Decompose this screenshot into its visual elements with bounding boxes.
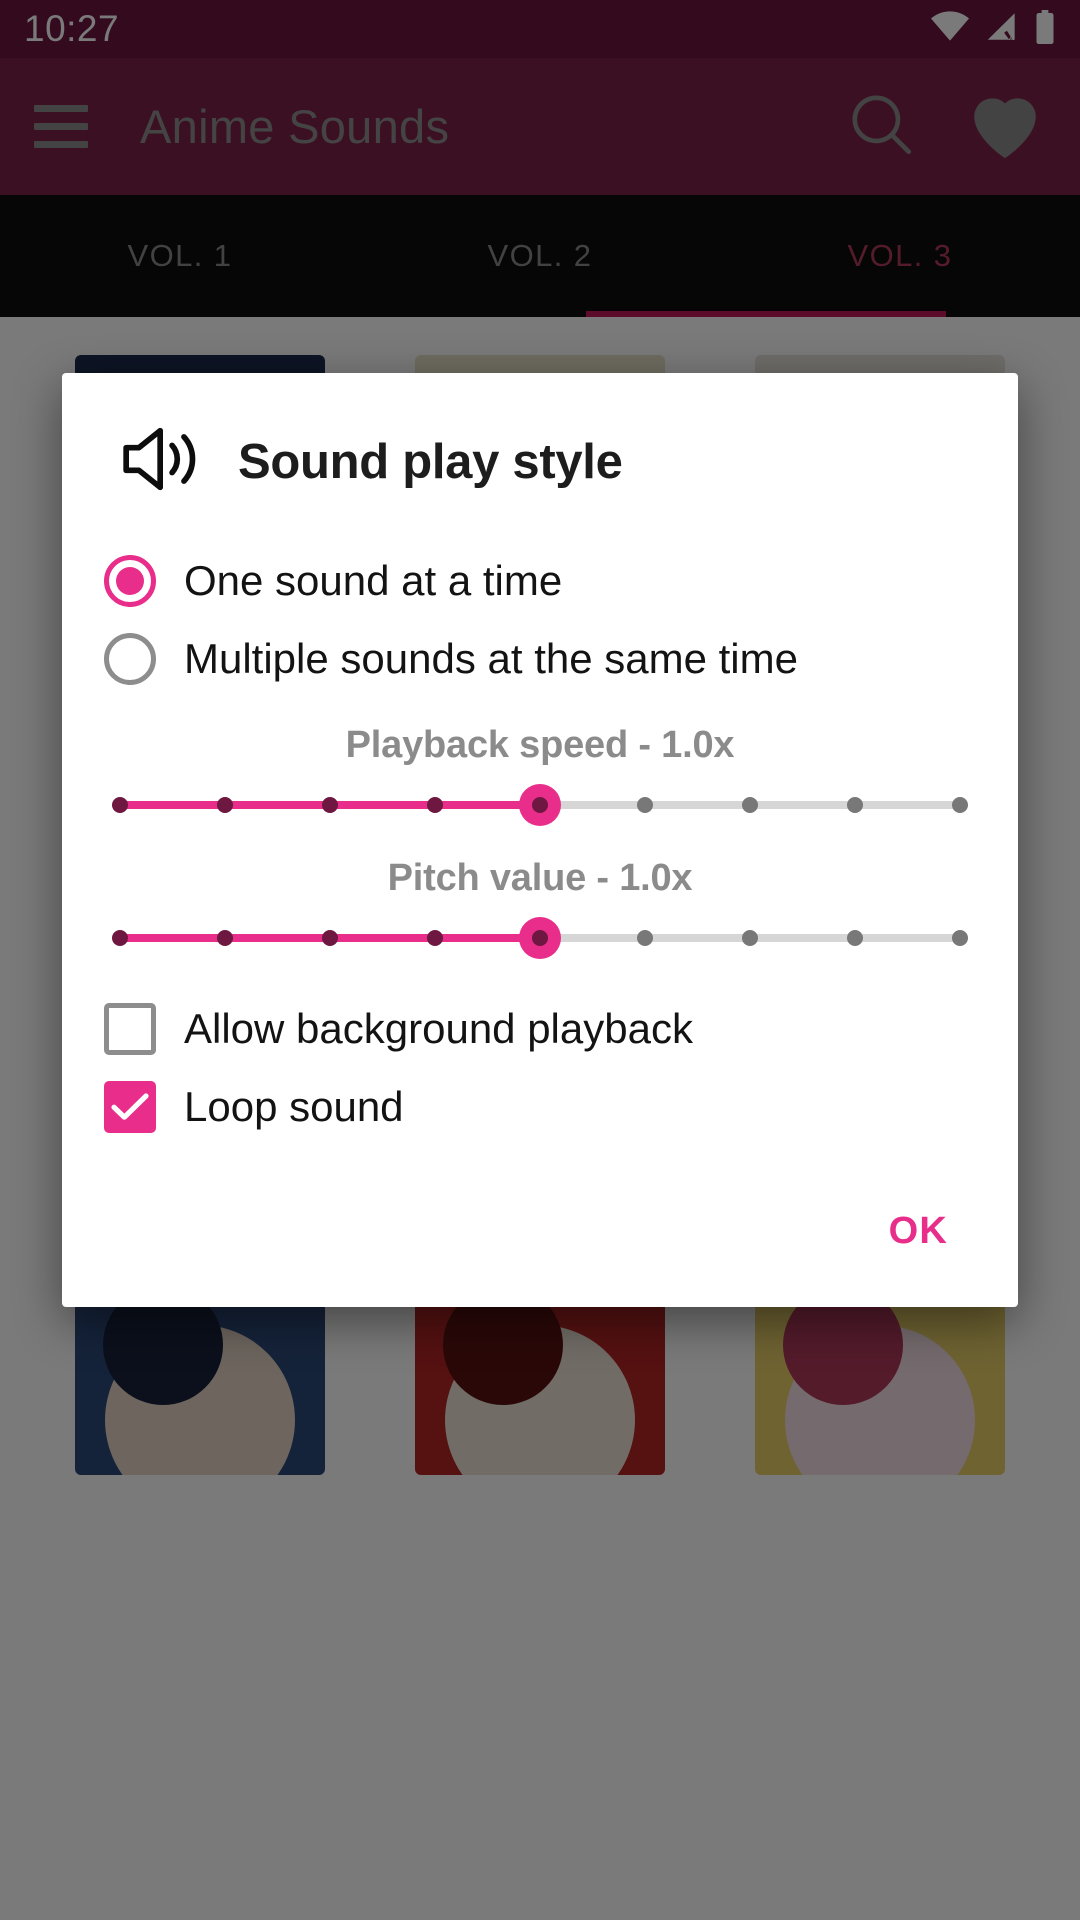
checkbox-loop-sound[interactable] — [104, 1081, 156, 1133]
slider-tick[interactable] — [742, 930, 758, 946]
radio-label-multiple-sounds: Multiple sounds at the same time — [184, 635, 798, 682]
checkbox-row-loop-sound[interactable]: Loop sound — [104, 1068, 976, 1146]
slider-tick[interactable] — [217, 930, 233, 946]
playback-speed-label: Playback speed - 1.0x — [345, 724, 735, 766]
slider-tick[interactable] — [112, 930, 128, 946]
slider-tick[interactable] — [427, 930, 443, 946]
slider-tick[interactable] — [952, 797, 968, 813]
pitch-value-label: Pitch value - 1.0x — [387, 857, 693, 899]
volume-up-icon — [118, 425, 208, 498]
checkbox-label-background-playback: Allow background playback — [184, 1005, 693, 1052]
radio-multiple-sounds[interactable] — [104, 633, 156, 685]
checkbox-row-background-playback[interactable]: Allow background playback — [104, 990, 976, 1068]
playback-speed-slider[interactable] — [112, 775, 968, 831]
checkbox-label-loop-sound: Loop sound — [184, 1083, 404, 1130]
dialog-header: Sound play style — [62, 373, 1018, 498]
slider-tick[interactable] — [112, 797, 128, 813]
slider-tick[interactable] — [637, 930, 653, 946]
sound-play-style-dialog: Sound play style One sound at a time Mul… — [62, 373, 1018, 1307]
slider-tick[interactable] — [847, 930, 863, 946]
radio-one-sound-at-a-time[interactable] — [104, 555, 156, 607]
pitch-value-slider[interactable] — [112, 908, 968, 964]
slider-tick[interactable] — [742, 797, 758, 813]
radio-row-one-sound[interactable]: One sound at a time — [104, 542, 976, 620]
checkbox-allow-background-playback[interactable] — [104, 1003, 156, 1055]
slider-tick[interactable] — [427, 797, 443, 813]
slider-thumb[interactable] — [519, 917, 561, 959]
slider-tick[interactable] — [322, 930, 338, 946]
phone-screen: VOL. 1 VOL. 2 VOL. 3 Anime Sounds — [0, 0, 1080, 1920]
slider-thumb[interactable] — [519, 784, 561, 826]
slider-tick[interactable] — [952, 930, 968, 946]
radio-label-one-sound: One sound at a time — [184, 557, 563, 604]
slider-tick[interactable] — [217, 797, 233, 813]
radio-row-multiple-sounds[interactable]: Multiple sounds at the same time — [104, 620, 976, 698]
slider-tick[interactable] — [322, 797, 338, 813]
ok-button[interactable]: OK — [875, 1200, 962, 1263]
dialog-title: Sound play style — [238, 434, 623, 489]
slider-tick[interactable] — [637, 797, 653, 813]
dialog-body: One sound at a time Multiple sounds at t… — [62, 498, 1018, 1146]
slider-tick[interactable] — [847, 797, 863, 813]
dialog-footer: OK — [62, 1146, 1018, 1307]
